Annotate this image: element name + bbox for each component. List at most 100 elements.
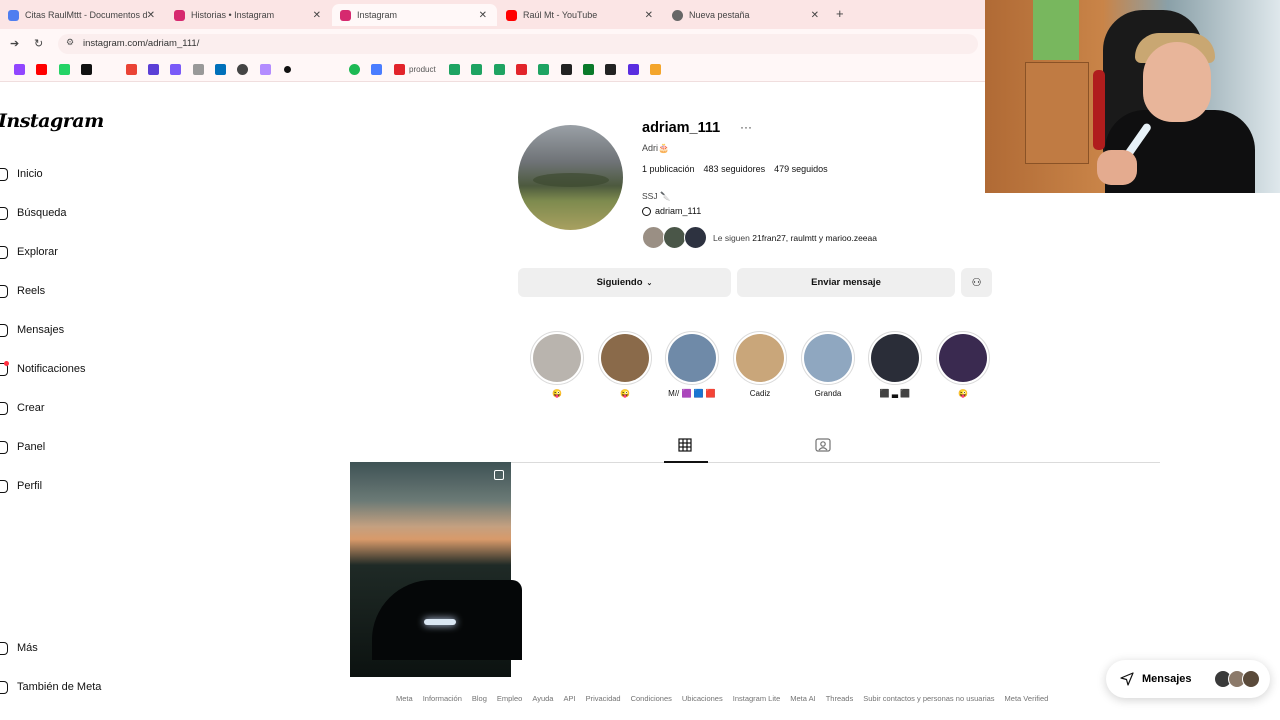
send-message-button[interactable]: Enviar mensaje xyxy=(737,268,955,297)
following-count[interactable]: 479 seguidos xyxy=(774,164,828,174)
footer-link[interactable]: Ayuda xyxy=(532,694,553,703)
footer-link[interactable]: API xyxy=(563,694,575,703)
story-highlight[interactable]: Cadiz xyxy=(732,331,788,398)
close-tab-icon[interactable]: ✕ xyxy=(645,10,653,21)
footer-link[interactable]: Instagram Lite xyxy=(733,694,781,703)
reels-icon xyxy=(0,284,8,298)
sidebar-item-busqueda[interactable]: Búsqueda xyxy=(0,203,67,223)
twitch-icon[interactable] xyxy=(14,64,25,75)
followed-by[interactable]: Le siguen 21fran27, raulmtt y marioo.zee… xyxy=(642,226,877,249)
browser-tab[interactable]: Raúl Mt - YouTube ✕ xyxy=(498,4,663,26)
tab-title: Historias • Instagram xyxy=(191,10,275,20)
footer-link[interactable]: Meta AI xyxy=(790,694,815,703)
footer-link[interactable]: Blog xyxy=(472,694,487,703)
footer-link[interactable]: Threads xyxy=(826,694,854,703)
close-tab-icon[interactable]: ✕ xyxy=(479,10,487,21)
bookmark-icon[interactable] xyxy=(193,64,204,75)
bookmark-icon[interactable] xyxy=(605,64,616,75)
more-options-button[interactable]: ··· xyxy=(740,120,752,134)
threads-link[interactable]: adriam_111 xyxy=(642,206,701,216)
bookmark-icon[interactable] xyxy=(583,64,594,75)
suggest-people-button[interactable]: ⚇ xyxy=(961,268,992,297)
paypal-icon[interactable] xyxy=(215,64,226,75)
bookmark-icon[interactable] xyxy=(260,64,271,75)
instagram-icon xyxy=(174,9,185,21)
play-icon[interactable] xyxy=(371,64,382,75)
followers-count[interactable]: 483 seguidores xyxy=(704,164,766,174)
reload-icon[interactable]: ↻ xyxy=(34,37,43,50)
browser-tab[interactable]: Citas RaulMttt - Documentos d ✕ xyxy=(0,4,165,26)
sidebar-item-label: También de Meta xyxy=(17,681,102,693)
bookmark-icon[interactable] xyxy=(394,64,405,75)
sidebar-item-crear[interactable]: Crear xyxy=(0,398,45,418)
sidebar-item-mensajes[interactable]: Mensajes xyxy=(0,320,64,340)
post-thumbnail[interactable] xyxy=(350,462,522,677)
profile-avatar[interactable] xyxy=(518,125,623,230)
youtube-icon[interactable] xyxy=(36,64,47,75)
story-highlight[interactable]: Granda xyxy=(800,331,856,398)
sidebar-item-mas[interactable]: Más xyxy=(0,638,38,658)
sidebar-item-label: Mensajes xyxy=(17,324,65,336)
story-highlight[interactable]: 😜 xyxy=(935,331,991,398)
sheets-icon[interactable] xyxy=(494,64,505,75)
messages-pill[interactable]: Mensajes xyxy=(1106,660,1270,698)
footer-link[interactable]: Condiciones xyxy=(631,694,672,703)
browser-tab-active[interactable]: Instagram ✕ xyxy=(332,4,497,26)
footer-link[interactable]: Subir contactos y personas no usuarias xyxy=(863,694,994,703)
sidebar-item-perfil[interactable]: Perfil xyxy=(0,476,42,496)
sheets-icon[interactable] xyxy=(538,64,549,75)
close-tab-icon[interactable]: ✕ xyxy=(811,10,819,21)
story-highlight[interactable]: M// 🟪 🟦 🟥 xyxy=(664,331,720,398)
browser-tab[interactable]: Historias • Instagram ✕ xyxy=(166,4,331,26)
message-avatars xyxy=(1214,670,1260,688)
grid-icon[interactable] xyxy=(678,438,692,452)
gmail-icon[interactable] xyxy=(126,64,137,75)
plus-square-icon xyxy=(0,401,8,415)
profile-username: adriam_111 xyxy=(642,120,721,136)
sheets-icon[interactable] xyxy=(449,64,460,75)
story-highlight[interactable]: 😜 xyxy=(529,331,585,398)
bookmark-icon[interactable] xyxy=(284,66,291,73)
footer-link[interactable]: Privacidad xyxy=(586,694,621,703)
story-highlight[interactable]: 😜 xyxy=(597,331,653,398)
sidebar-item-inicio[interactable]: Inicio xyxy=(0,164,43,184)
webcam-background xyxy=(1033,0,1079,60)
messenger-icon xyxy=(0,323,8,337)
forward-icon[interactable]: ➔ xyxy=(10,37,19,50)
browser-tab[interactable]: Nueva pestaña ✕ xyxy=(664,4,829,26)
footer-link[interactable]: Empleo xyxy=(497,694,522,703)
spotify-icon[interactable] xyxy=(349,64,360,75)
tiktok-icon[interactable] xyxy=(81,64,92,75)
sidebar-item-notificaciones[interactable]: Notificaciones xyxy=(0,359,85,379)
instagram-logo[interactable]: Instagram xyxy=(0,110,104,132)
carousel-icon xyxy=(494,470,504,480)
footer-link[interactable]: Ubicaciones xyxy=(682,694,723,703)
followed-by-text: Le siguen 21fran27, raulmtt y marioo.zee… xyxy=(713,233,877,243)
footer-link[interactable]: Meta xyxy=(396,694,413,703)
sheets-icon[interactable] xyxy=(471,64,482,75)
tagged-icon[interactable] xyxy=(815,438,831,452)
sidebar-item-reels[interactable]: Reels xyxy=(0,281,45,301)
url-bar[interactable]: ⚙ instagram.com/adriam_111/ xyxy=(58,34,978,54)
sidebar-item-explorar[interactable]: Explorar xyxy=(0,242,58,262)
story-highlight[interactable]: ⬛ ▃ ⬛ xyxy=(867,331,923,398)
bookmark-icon[interactable] xyxy=(516,64,527,75)
close-tab-icon[interactable]: ✕ xyxy=(147,10,155,21)
bookmark-label[interactable]: product xyxy=(409,65,436,74)
sidebar-item-tambien-de-meta[interactable]: También de Meta xyxy=(0,677,101,697)
whatsapp-icon[interactable] xyxy=(59,64,70,75)
new-tab-button[interactable]: + xyxy=(836,6,844,21)
footer-link[interactable]: Meta Verified xyxy=(1005,694,1049,703)
car-headlight xyxy=(424,619,456,625)
following-button[interactable]: Siguiendo ⌄ xyxy=(518,268,731,297)
footer-link[interactable]: Información xyxy=(423,694,462,703)
close-tab-icon[interactable]: ✕ xyxy=(313,10,321,21)
bookmark-icon[interactable] xyxy=(628,64,639,75)
site-settings-icon[interactable]: ⚙ xyxy=(66,37,74,48)
bookmark-icon[interactable] xyxy=(148,64,159,75)
sidebar-item-panel[interactable]: Panel xyxy=(0,437,45,457)
chatgpt-icon[interactable] xyxy=(237,64,248,75)
bookmark-icon[interactable] xyxy=(561,64,572,75)
bookmark-icon[interactable] xyxy=(650,64,661,75)
bookmark-icon[interactable] xyxy=(170,64,181,75)
